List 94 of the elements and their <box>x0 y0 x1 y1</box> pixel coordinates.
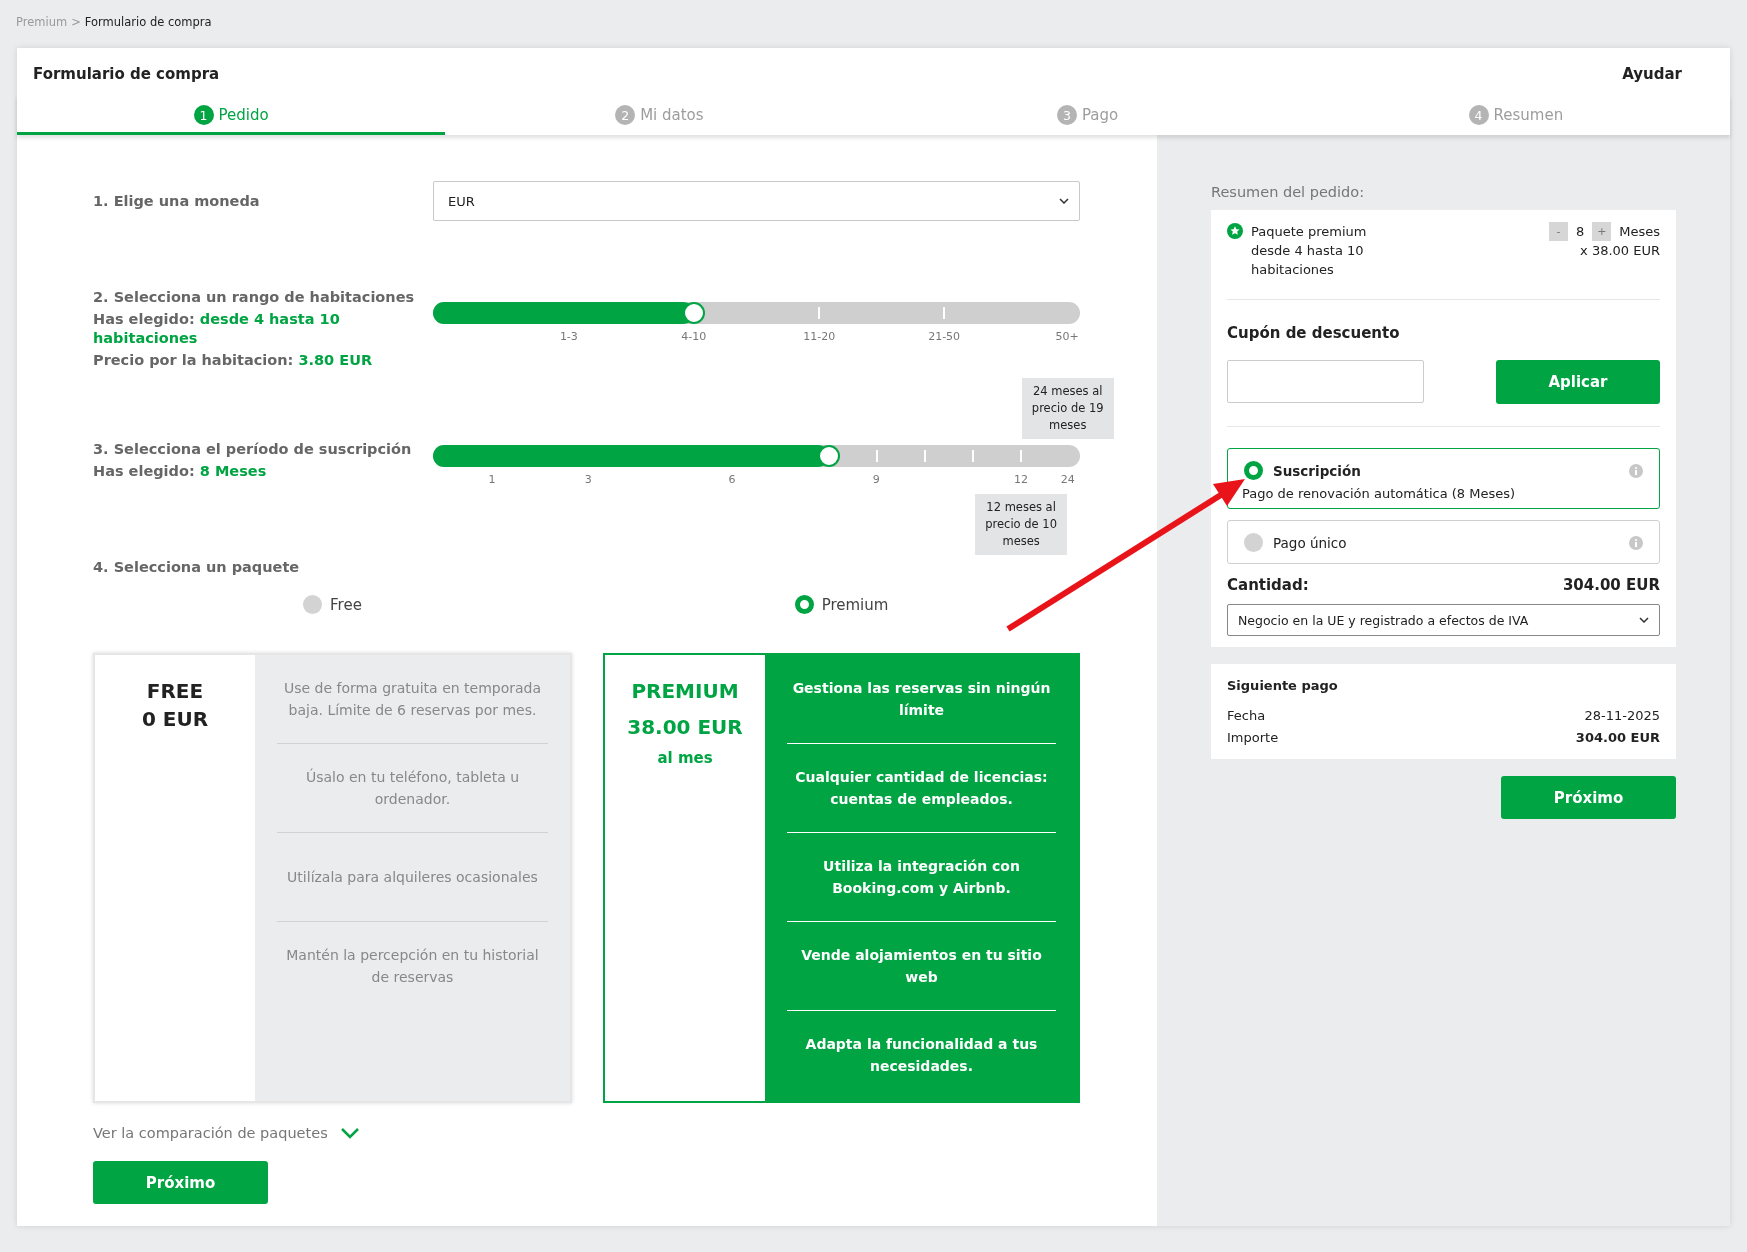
payment-detail-value: 304.00 EUR <box>1575 729 1660 747</box>
form-title: Formulario de compra <box>33 65 220 85</box>
increment-button[interactable]: + <box>1592 222 1612 241</box>
step-tab[interactable]: 2 Mi datos <box>445 95 874 135</box>
chevron-icon <box>1059 198 1069 204</box>
choice-text: Precio por la habitacion: 3.80 EUR <box>93 351 374 370</box>
compare-link[interactable]: Ver la comparación de paquetes <box>93 1125 328 1141</box>
step-number-badge: 2 <box>615 105 636 125</box>
feature-text: Utiliza la integración con Booking.com y Airbnb. <box>822 857 1021 898</box>
feature-text: Utilízala para alquileres ocasionales <box>287 868 538 887</box>
package-name: FREE <box>146 678 204 705</box>
feature-text: Vende alojamientos en tu sitio web <box>800 946 1043 987</box>
chevron-icon <box>1639 617 1649 623</box>
feature-text: Use de forma gratuita en temporada baja. Límite de 6 reservas por mes. <box>282 679 543 720</box>
payment-detail-label: Fecha <box>1227 707 1266 725</box>
currency-select[interactable]: EUR <box>433 181 1080 221</box>
breadcrumb-link[interactable]: Premium <box>16 15 68 29</box>
package-summary-text: Paquete premium desde 4 hasta 10 habitaciones <box>1251 223 1368 279</box>
amount-label: Cantidad: <box>1227 576 1309 594</box>
tick-mark <box>923 450 926 462</box>
choice-text: Has elegido: 8 Meses <box>93 462 268 481</box>
next-button[interactable]: Próximo <box>1501 776 1676 819</box>
step-number-badge: 3 <box>1057 105 1077 125</box>
amount-value: 304.00 EUR <box>1562 576 1660 594</box>
tick-mark <box>818 307 821 319</box>
payment-detail-label: Importe <box>1227 729 1279 747</box>
tick-label: 1 <box>488 473 496 486</box>
apply-button[interactable]: Aplicar <box>1496 360 1660 404</box>
package-period: al mes <box>657 749 713 767</box>
feature-text: Cualquier cantidad de licencias: cuentas de empleados. <box>794 768 1049 809</box>
star-badge-icon <box>1227 223 1243 239</box>
quantity-unit: Meses <box>1619 223 1660 241</box>
tick-label: 1-3 <box>559 330 578 343</box>
step-tab[interactable]: 3 Pago <box>873 95 1302 135</box>
tick-label: 12 <box>1014 473 1029 486</box>
payment-detail-value: 28-11-2025 <box>1584 707 1660 725</box>
radio-button[interactable] <box>794 595 814 614</box>
choice-text: Has elegido: desde 4 hasta 10 habitaciones <box>93 310 341 348</box>
tick-mark <box>1020 450 1023 462</box>
tooltip: 24 meses al precio de 19 meses <box>1021 378 1114 439</box>
radio-label: Premium <box>821 595 889 614</box>
radio-button[interactable] <box>303 595 323 614</box>
step-label: 2. Selecciona un rango de habitaciones <box>93 288 416 307</box>
info-icon[interactable] <box>1629 463 1643 478</box>
range-slider[interactable] <box>433 302 1080 324</box>
tick-label: 21-50 <box>928 330 961 343</box>
step-tab[interactable]: 1 Pedido <box>17 95 446 135</box>
package-name: PREMIUM <box>631 678 739 705</box>
radio-button[interactable] <box>1244 461 1263 480</box>
next-payment-title: Siguiente pago <box>1227 678 1339 693</box>
quantity-value: 8 <box>1575 223 1585 241</box>
info-icon[interactable] <box>1629 535 1643 550</box>
unit-price: x 38.00 EUR <box>1580 242 1660 260</box>
tick-mark <box>943 307 946 319</box>
tick-label: 6 <box>728 473 736 486</box>
tick-mark <box>875 450 878 462</box>
coupon-field[interactable] <box>1227 360 1424 403</box>
feature-text: Adapta la funcionalidad a tus necesidades. <box>804 1035 1039 1076</box>
range-slider[interactable] <box>433 445 1080 467</box>
tooltip: 12 meses al precio de 10 meses <box>975 494 1068 555</box>
step-number-badge: 4 <box>1468 105 1489 125</box>
feature-text: Gestiona las reservas sin ningún límite <box>791 679 1052 720</box>
tick-label: 9 <box>872 473 880 486</box>
breadcrumb-current: Formulario de compra <box>84 15 212 29</box>
tick-label: 24 <box>1060 473 1075 486</box>
feature-text: Úsalo en tu teléfono, tableta u ordenador. <box>304 767 521 809</box>
coupon-heading: Cupón de descuento <box>1227 324 1401 342</box>
step-label: 4. Selecciona un paquete <box>93 559 301 575</box>
tick-label: 50+ <box>1055 330 1079 343</box>
step-label: 3. Selecciona el período de suscripción <box>93 440 413 459</box>
step-label: 1. Elige una moneda <box>93 193 261 209</box>
package-price: 0 EUR <box>141 706 209 733</box>
tax-status-select[interactable]: Negocio en la UE y registrado a efectos de IVA <box>1227 604 1660 636</box>
step-number-badge: 1 <box>193 105 214 125</box>
radio-button[interactable] <box>1244 533 1263 552</box>
step-tab[interactable]: 4 Resumen <box>1301 95 1730 135</box>
feature-text: Mantén la percepción en tu historial de reservas <box>285 946 540 987</box>
option-label: Pago único <box>1273 534 1347 551</box>
tick-label: 11-20 <box>803 330 836 343</box>
radio-label: Free <box>330 595 362 614</box>
next-button[interactable]: Próximo <box>93 1161 268 1204</box>
breadcrumb-separator: > <box>71 15 81 29</box>
package-price: 38.00 EUR <box>627 714 743 741</box>
chevron-icon <box>339 1127 360 1139</box>
payment-option[interactable]: Pago único <box>1227 520 1660 564</box>
option-description: Pago de renovación automática (8 Meses) <box>1242 486 1517 501</box>
option-label: Suscripción <box>1273 462 1361 479</box>
summary-title: Resumen del pedido: <box>1211 184 1365 200</box>
tick-label: 4-10 <box>681 330 707 343</box>
tick-mark <box>971 450 974 462</box>
package-card[interactable] <box>603 653 1080 1103</box>
help-link[interactable]: Ayudar <box>1622 65 1682 95</box>
tick-label: 3 <box>584 473 592 486</box>
decrement-button[interactable]: - <box>1548 222 1568 241</box>
